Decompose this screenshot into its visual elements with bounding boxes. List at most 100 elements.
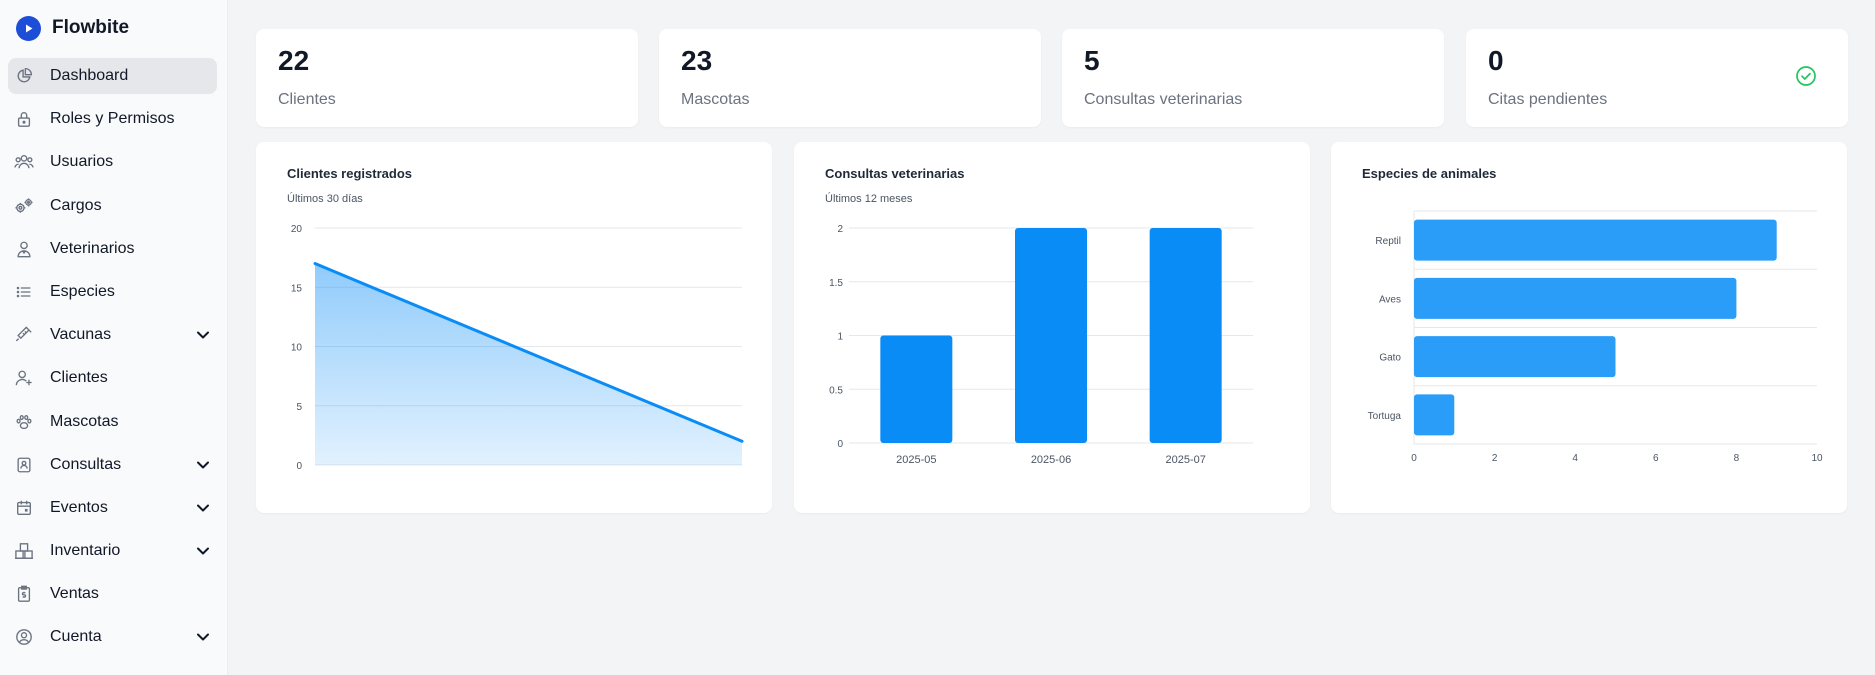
sidebar-item-vacunas[interactable]: Vacunas [8, 317, 217, 353]
sidebar-item-label: Veterinarios [50, 239, 135, 257]
y-tick-label: 2 [837, 224, 843, 235]
lock-icon [14, 109, 34, 129]
chevron-down-icon[interactable] [195, 543, 211, 559]
stat-card-citas: 0 Citas pendientes [1466, 29, 1848, 127]
y-tick-label: 1.5 [829, 278, 843, 289]
y-tick-label: 1 [837, 332, 843, 343]
receipt-icon [14, 584, 34, 604]
stat-value: 23 [681, 45, 713, 76]
x-tick-label: 2 [1492, 453, 1498, 464]
sidebar-item-dashboard[interactable]: Dashboard [8, 58, 217, 94]
stat-card-mascotas: 23 Mascotas [659, 29, 1041, 127]
x-tick-label: 10 [1811, 453, 1823, 464]
user-circle-icon [14, 627, 34, 647]
stat-card-consultas: 5 Consultas veterinarias [1062, 29, 1444, 127]
user-add-icon [14, 368, 34, 388]
y-tick-label: 10 [291, 343, 303, 354]
sidebar-item-clientes[interactable]: Clientes [8, 360, 217, 396]
sidebar-item-ventas[interactable]: Ventas [8, 576, 217, 612]
y-tick-label: Tortuga [1368, 411, 1402, 422]
syringe-icon [14, 325, 34, 345]
x-tick-label: 8 [1734, 453, 1740, 464]
sidebar-item-mascotas[interactable]: Mascotas [8, 404, 217, 440]
bar [1015, 228, 1087, 443]
stat-label: Mascotas [681, 91, 750, 108]
sidebar-item-cuenta[interactable]: Cuenta [8, 619, 217, 655]
area-chart: 0 5 10 15 20 [291, 224, 744, 472]
stat-value: 0 [1488, 45, 1504, 76]
users-icon [14, 152, 34, 172]
list-icon [14, 282, 34, 302]
x-tick-label: 0 [1411, 453, 1417, 464]
bar [1414, 394, 1455, 436]
stat-label: Citas pendientes [1488, 91, 1608, 108]
sidebar-item-especies[interactable]: Especies [8, 274, 217, 310]
bar [1414, 336, 1616, 378]
horizontal-bar-chart: 0 2 4 6 8 10 Reptil Aves Gato Tortuga [1368, 210, 1823, 464]
sidebar-item-usuarios[interactable]: Usuarios [8, 144, 217, 180]
y-tick-label: 0 [296, 461, 302, 472]
y-tick-label: 15 [291, 283, 303, 294]
sidebar-item-label: Dashboard [50, 67, 129, 84]
stat-label: Clientes [278, 91, 336, 108]
sidebar-item-label: Cuenta [50, 628, 102, 646]
sidebar: Flowbite Dashboard Roles y Permisos Usua… [0, 0, 228, 675]
chart-card-especies: Especies de animales 0 2 4 6 8 10 Reptil Aves Ga… [1331, 142, 1847, 513]
check-circle-icon [1794, 64, 1818, 88]
sidebar-item-consultas[interactable]: Consultas [8, 447, 217, 483]
stat-label: Consultas veterinarias [1084, 91, 1243, 108]
x-tick-label: 2025-05 [896, 454, 936, 466]
sidebar-item-cargos[interactable]: Cargos [8, 188, 217, 224]
calendar-icon [14, 498, 34, 518]
sidebar-item-roles[interactable]: Roles y Permisos [8, 101, 217, 137]
sidebar-item-label: Clientes [50, 369, 108, 387]
x-tick-label: 6 [1653, 453, 1659, 464]
sidebar-item-label: Cargos [50, 196, 102, 214]
y-tick-label: Gato [1379, 353, 1401, 364]
stat-card-clientes: 22 Clientes [256, 29, 638, 127]
bar [1414, 277, 1737, 319]
stat-value: 5 [1084, 45, 1100, 76]
brand-name: Flowbite [52, 17, 130, 38]
bar [1414, 219, 1777, 261]
sidebar-item-label: Inventario [50, 542, 121, 560]
sidebar-item-label: Consultas [50, 455, 122, 473]
y-tick-label: Reptil [1375, 236, 1401, 247]
sidebar-item-label: Especies [50, 282, 115, 300]
sidebar-item-veterinarios[interactable]: Veterinarios [8, 231, 217, 267]
cogs-icon [14, 196, 34, 216]
sidebar-item-label: Usuarios [50, 153, 114, 171]
clipboard-icon [14, 455, 34, 475]
sidebar-item-inventario[interactable]: Inventario [8, 533, 217, 569]
chart-card-clientes: Clientes registrados Últimos 30 días 051… [256, 142, 772, 513]
y-tick-label: 0 [837, 439, 843, 450]
x-tick-label: 2025-06 [1031, 454, 1071, 466]
y-tick-label: 20 [291, 224, 303, 235]
bar [1149, 228, 1222, 443]
sidebar-item-label: Vacunas [50, 326, 112, 344]
area-fill [315, 263, 742, 465]
sidebar-nav: Dashboard Roles y Permisos Usuarios Carg… [8, 58, 217, 663]
chevron-down-icon[interactable] [195, 629, 211, 645]
x-tick-label: 4 [1572, 453, 1578, 464]
paw-icon [14, 412, 34, 432]
play-logo-icon [16, 15, 41, 41]
brand[interactable]: Flowbite [16, 14, 129, 42]
sidebar-item-label: Eventos [50, 498, 108, 516]
stat-value: 22 [278, 45, 310, 76]
chevron-down-icon[interactable] [195, 327, 211, 343]
y-tick-label: 5 [296, 402, 302, 413]
sidebar-item-eventos[interactable]: Eventos [8, 490, 217, 526]
chart-card-consultas: Consultas veterinarias Últimos 12 meses … [794, 142, 1310, 513]
chevron-down-icon[interactable] [195, 457, 211, 473]
doctor-icon [14, 239, 34, 259]
chevron-down-icon[interactable] [195, 500, 211, 516]
y-tick-label: Aves [1379, 294, 1401, 305]
sidebar-item-label: Ventas [50, 585, 99, 603]
x-tick-label: 2025-07 [1165, 454, 1205, 466]
sidebar-item-label: Roles y Permisos [50, 110, 175, 128]
chart-pie-icon [14, 66, 34, 86]
bar [880, 335, 953, 443]
boxes-icon [14, 541, 34, 561]
bar-chart: 0 0.5 1 1.5 2 2025-05 2025-06 2025-07 [829, 224, 1253, 466]
